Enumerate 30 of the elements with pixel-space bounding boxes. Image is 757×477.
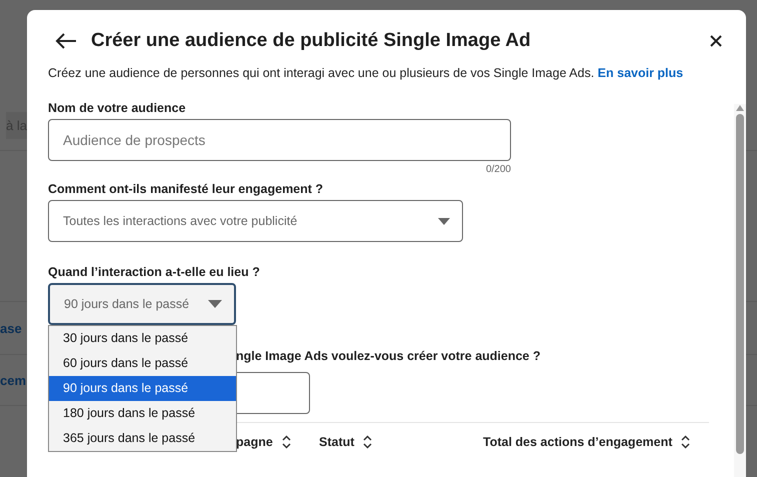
dialog-title: Créer une audience de publicité Single Image Ad bbox=[91, 30, 532, 52]
caret-icon bbox=[438, 218, 450, 224]
sort-icon bbox=[282, 435, 291, 449]
field-label: ngle Image Ads voulez-vous créer votre audience ? bbox=[236, 349, 542, 363]
description: Créez une audience de personnes qui ont interagi avec une ou plusieurs de vos Single Image Ads. En savoir plus bbox=[48, 66, 684, 80]
field-label: Nom de votre audience bbox=[48, 101, 187, 115]
engagement-dropdown[interactable]: Toutes les interactions avec votre publicité bbox=[48, 200, 463, 242]
dropdown-option[interactable]: 30 jours dans le passé bbox=[49, 326, 236, 351]
dropdown-option[interactable]: 365 jours dans le passé bbox=[49, 426, 236, 451]
sort-icon bbox=[363, 435, 372, 449]
background-text: cem bbox=[0, 372, 26, 388]
field-label: Quand l’interaction a-t-elle eu lieu ? bbox=[48, 265, 261, 279]
background-text: ase bbox=[0, 320, 22, 336]
caret-icon bbox=[208, 300, 222, 308]
close-icon[interactable] bbox=[710, 35, 722, 47]
character-counter: 0/200 bbox=[484, 164, 511, 175]
column-header[interactable]: Statut bbox=[319, 435, 483, 449]
dropdown-option[interactable]: 60 jours dans le passé bbox=[49, 351, 236, 376]
column-header[interactable]: Total des actions d’engagement bbox=[483, 435, 690, 449]
learn-more-link[interactable]: En savoir plus bbox=[598, 66, 684, 80]
column-header[interactable]: pagne bbox=[236, 435, 319, 449]
field-label: Comment ont-ils manifesté leur engagement ? bbox=[48, 182, 324, 196]
sort-icon bbox=[681, 435, 690, 449]
audience-name-field[interactable]: Audience de prospects bbox=[48, 119, 511, 161]
scrollbar[interactable] bbox=[734, 104, 746, 477]
period-dropdown[interactable]: 90 jours dans le passé bbox=[48, 283, 236, 325]
scroll-up-icon[interactable] bbox=[735, 104, 745, 112]
back-arrow-icon[interactable] bbox=[55, 33, 77, 49]
dropdown-option[interactable]: 180 jours dans le passé bbox=[49, 401, 236, 426]
dropdown-option[interactable]: 90 jours dans le passé bbox=[49, 376, 236, 401]
